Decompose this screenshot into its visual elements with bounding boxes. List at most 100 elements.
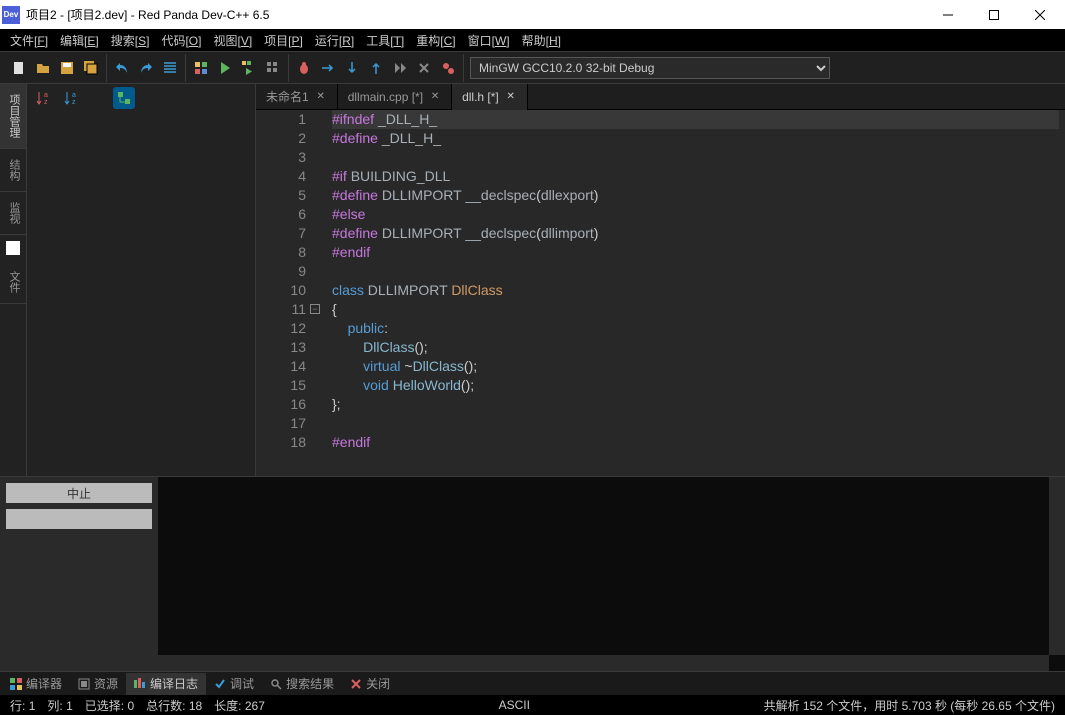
window-title: 项目2 - [项目2.dev] - Red Panda Dev-C++ 6.5	[26, 6, 925, 23]
tab-close-icon[interactable]: ✕	[429, 91, 441, 103]
menu-r[interactable]: 运行[R]	[309, 30, 360, 51]
bottomtab-close[interactable]: 关闭	[342, 673, 398, 695]
status-parse: 共解析 152 个文件，用时 5.703 秒 (每秒 26.65 个文件)	[758, 697, 1061, 714]
save-button[interactable]	[56, 57, 78, 79]
toolbar: MinGW GCC10.2.0 32-bit Debug	[0, 51, 1065, 84]
abort-button[interactable]: 中止	[6, 483, 152, 503]
sidebar: 项目管理结构监视文件	[0, 84, 27, 476]
svg-text:z: z	[44, 99, 48, 106]
status-length: 长度: 267	[208, 697, 271, 714]
menu-t[interactable]: 工具[T]	[360, 30, 410, 51]
maximize-button[interactable]	[971, 0, 1017, 29]
line-gutter: 1234567891011−12131415161718	[256, 110, 314, 476]
debug-button[interactable]	[293, 57, 315, 79]
svg-text:z: z	[72, 99, 76, 106]
bottomtab-compile[interactable]: 编译器	[2, 673, 70, 695]
status-bar: 行: 1 列: 1 已选择: 0 总行数: 18 长度: 267 ASCII 共…	[0, 695, 1065, 715]
left-panel: az az	[27, 84, 256, 476]
bottomtab-debug[interactable]: 调试	[206, 673, 262, 695]
undo-button[interactable]	[111, 57, 133, 79]
sidetab-1[interactable]: 结构	[0, 149, 26, 192]
sidetab-0[interactable]: 项目管理	[0, 84, 26, 149]
minimize-button[interactable]	[925, 0, 971, 29]
bottom-blank-button[interactable]	[6, 509, 152, 529]
menubar: 文件[F]编辑[E]搜索[S]代码[O]视图[V]项目[P]运行[R]工具[T]…	[0, 29, 1065, 51]
menu-h[interactable]: 帮助[H]	[516, 30, 567, 51]
tab-1[interactable]: dllmain.cpp [*] ✕	[338, 84, 452, 110]
bottomtab-label: 关闭	[366, 675, 390, 692]
menu-v[interactable]: 视图[V]	[207, 30, 258, 51]
tab-label: dllmain.cpp [*]	[348, 90, 423, 104]
step-over-button[interactable]	[317, 57, 339, 79]
tab-label: 未命名1	[266, 88, 309, 105]
step-out-button[interactable]	[365, 57, 387, 79]
tab-label: dll.h [*]	[462, 90, 499, 104]
menu-o[interactable]: 代码[O]	[155, 30, 207, 51]
sidetab-2[interactable]: 监视	[0, 192, 26, 235]
new-file-button[interactable]	[8, 57, 30, 79]
tab-close-icon[interactable]: ✕	[315, 91, 327, 103]
tab-0[interactable]: 未命名1 ✕	[256, 84, 338, 110]
status-col: 列: 1	[41, 697, 78, 714]
compile-icon	[10, 678, 22, 690]
bottomtab-label: 调试	[230, 675, 254, 692]
log-icon	[134, 678, 146, 690]
bottom-tabs: 编译器 资源 编译日志 调试 搜索结果 关闭	[0, 671, 1065, 695]
code-editor[interactable]: 1234567891011−12131415161718 #ifndef _DL…	[256, 110, 1065, 476]
status-encoding: ASCII	[493, 698, 536, 712]
bottomtab-label: 编译日志	[150, 675, 198, 692]
menu-e[interactable]: 编辑[E]	[54, 30, 105, 51]
app-logo-icon: Dev	[2, 6, 20, 24]
debug-icon	[214, 678, 226, 690]
watch-check-icon[interactable]	[6, 241, 20, 255]
compiler-dropdown[interactable]: MinGW GCC10.2.0 32-bit Debug	[470, 57, 830, 79]
watch-button[interactable]	[437, 57, 459, 79]
compiler-select[interactable]: MinGW GCC10.2.0 32-bit Debug	[470, 57, 830, 79]
menu-p[interactable]: 项目[P]	[258, 30, 309, 51]
sidetab-3[interactable]: 文件	[0, 261, 26, 304]
search-icon	[270, 678, 282, 690]
menu-f[interactable]: 文件[F]	[4, 30, 54, 51]
rebuild-button[interactable]	[262, 57, 284, 79]
bottomtab-log[interactable]: 编译日志	[126, 673, 206, 695]
bottomtab-resource[interactable]: 资源	[70, 673, 126, 695]
menu-w[interactable]: 窗口[W]	[462, 30, 516, 51]
bottomtab-label: 资源	[94, 675, 118, 692]
close-icon	[350, 678, 362, 690]
code-area[interactable]: #ifndef _DLL_H_#define _DLL_H_ #if BUILD…	[314, 110, 1065, 476]
output-area[interactable]	[158, 477, 1065, 671]
status-selected: 已选择: 0	[79, 697, 140, 714]
editor-tabs: 未命名1 ✕ dllmain.cpp [*] ✕ dll.h [*] ✕	[256, 84, 1065, 110]
svg-text:a: a	[44, 92, 48, 99]
sort-az-button[interactable]: az	[33, 87, 55, 109]
sort-za-button[interactable]: az	[61, 87, 83, 109]
scrollbar-horizontal[interactable]	[158, 655, 1049, 671]
continue-button[interactable]	[389, 57, 411, 79]
tab-2[interactable]: dll.h [*] ✕	[452, 84, 528, 110]
step-into-button[interactable]	[341, 57, 363, 79]
open-button[interactable]	[32, 57, 54, 79]
run-button[interactable]	[214, 57, 236, 79]
menu-s[interactable]: 搜索[S]	[105, 30, 156, 51]
tree-view-button[interactable]	[113, 87, 135, 109]
indent-button[interactable]	[159, 57, 181, 79]
close-button[interactable]	[1017, 0, 1063, 29]
bottomtab-label: 编译器	[26, 675, 62, 692]
fold-icon[interactable]: −	[310, 304, 320, 314]
compile-run-button[interactable]	[238, 57, 260, 79]
bottom-panel: 中止	[0, 476, 1065, 671]
resource-icon	[78, 678, 90, 690]
titlebar: Dev 项目2 - [项目2.dev] - Red Panda Dev-C++ …	[0, 0, 1065, 29]
bottomtab-label: 搜索结果	[286, 675, 334, 692]
svg-text:a: a	[72, 92, 76, 99]
save-all-button[interactable]	[80, 57, 102, 79]
scrollbar-vertical[interactable]	[1049, 477, 1065, 655]
stop-debug-button[interactable]	[413, 57, 435, 79]
compile-button[interactable]	[190, 57, 212, 79]
status-total: 总行数: 18	[140, 697, 208, 714]
status-row: 行: 1	[4, 697, 41, 714]
menu-c[interactable]: 重构[C]	[410, 30, 461, 51]
bottomtab-search[interactable]: 搜索结果	[262, 673, 342, 695]
tab-close-icon[interactable]: ✕	[505, 91, 517, 103]
redo-button[interactable]	[135, 57, 157, 79]
